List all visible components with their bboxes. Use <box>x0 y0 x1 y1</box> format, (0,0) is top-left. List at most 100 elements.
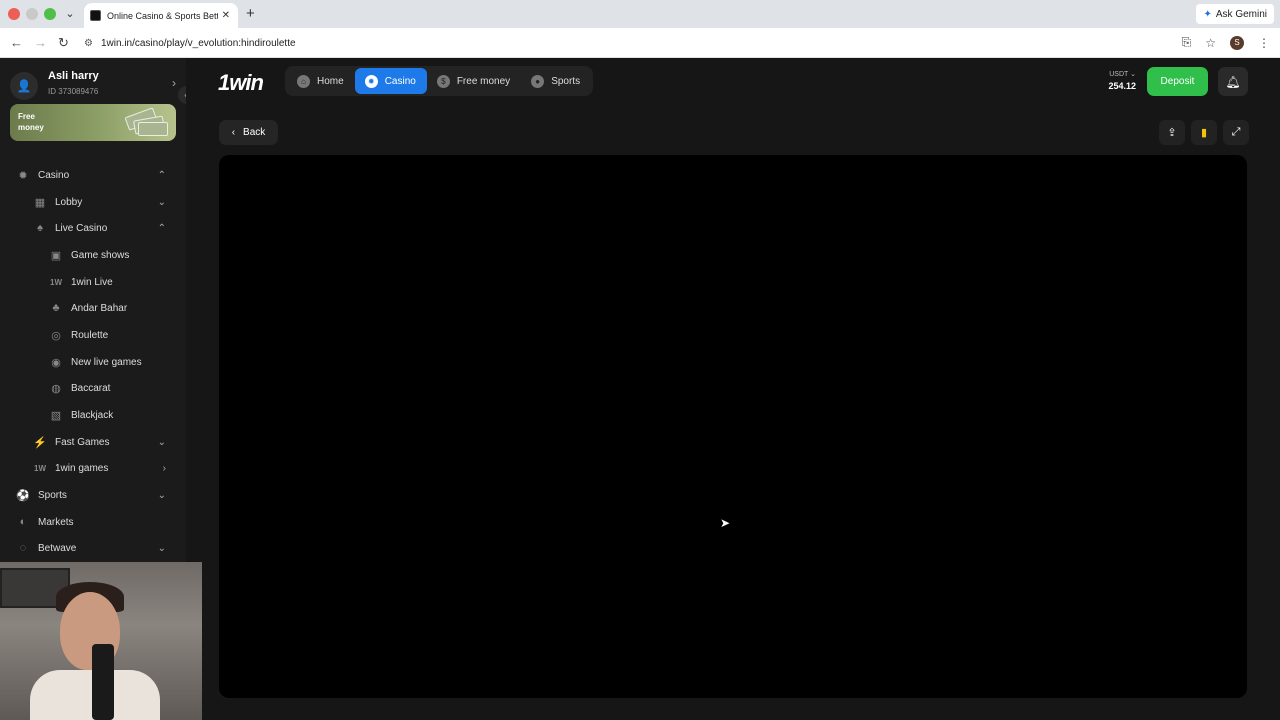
main-content: 1win ⌂ Home ✹ Casino $ Free money ● Spor… <box>186 58 1280 720</box>
nav-label: Free money <box>456 75 511 87</box>
share-icon[interactable]: ⇪ <box>1159 120 1185 145</box>
game-frame[interactable] <box>219 155 1247 698</box>
new-tab-icon[interactable]: + <box>246 5 255 22</box>
browser-menu-icon[interactable]: ⋮ <box>1258 36 1270 50</box>
bookmark-star-icon[interactable]: ☆ <box>1205 36 1216 50</box>
currency-label: USDT <box>1109 71 1129 78</box>
gemini-spark-icon: ✦ <box>1203 8 1212 20</box>
sidebar-item-label: Game shows <box>71 249 130 261</box>
sidebar-item-label: Markets <box>38 516 74 528</box>
profile-avatar[interactable]: S <box>1230 35 1244 50</box>
sidebar-item-betwave[interactable]: ◌ Betwave ⌄ <box>0 535 186 561</box>
browser-toolbar: ← → ↻ ⚙ 1win.in/casino/play/v_evolution:… <box>0 28 1280 58</box>
andar-bahar-icon: ♣ <box>52 302 60 314</box>
notification-bell-icon[interactable]: 🔔︎ <box>1218 67 1248 96</box>
window-maximize-button[interactable] <box>44 8 56 20</box>
sidebar-item-label: Sports <box>38 489 67 501</box>
sidebar-item-blackjack[interactable]: ▧ Blackjack <box>0 402 186 428</box>
fullscreen-icon[interactable]: ⤢ <box>1223 120 1249 145</box>
live-casino-icon: ♠ <box>37 222 43 234</box>
sidebar-item-baccarat[interactable]: ◍ Baccarat <box>0 375 186 401</box>
nav-label: Sports <box>551 75 581 87</box>
browser-tab[interactable]: Online Casino & Sports Betti ✕ <box>84 3 238 28</box>
sidebar-item-game-shows[interactable]: ▣ Game shows <box>0 242 186 268</box>
balance-amount: 254.12 <box>1108 81 1136 91</box>
sidebar-item-label: Fast Games <box>55 436 110 448</box>
user-profile[interactable]: 👤 Asli harry ID 373089476 › <box>10 70 180 100</box>
sidebar-item-roulette[interactable]: ◎ Roulette <box>0 322 186 348</box>
chevron-down-icon: ⌄ <box>157 489 166 501</box>
address-url: 1win.in/casino/play/v_evolution:hindirou… <box>100 37 296 49</box>
nav-casino[interactable]: ✹ Casino <box>354 68 427 94</box>
site-favicon-icon <box>90 10 101 21</box>
nav-free-money[interactable]: $ Free money <box>427 68 521 94</box>
bookmark-icon[interactable]: ▮ <box>1191 120 1217 145</box>
address-bar[interactable]: ⚙ 1win.in/casino/play/v_evolution:hindir… <box>84 32 1220 54</box>
top-navigation: ⌂ Home ✹ Casino $ Free money ● Sports <box>285 66 594 96</box>
home-icon: ⌂ <box>297 74 310 88</box>
chevron-right-icon: › <box>172 76 176 90</box>
sports-icon: ⚽ <box>16 489 30 502</box>
install-app-icon[interactable]: ⎘ <box>1182 35 1192 50</box>
sidebar-item-label: Live Casino <box>55 222 108 234</box>
sidebar-item-label: 1win games <box>55 462 109 474</box>
chevron-up-icon: ⌃ <box>157 169 166 181</box>
sidebar-item-new-live-games[interactable]: ◉ New live games <box>0 349 186 375</box>
back-button[interactable]: ‹ Back <box>219 120 278 145</box>
sports-icon: ● <box>531 74 545 88</box>
chevron-right-icon: › <box>162 462 166 474</box>
sidebar-item-lobby[interactable]: ▦ Lobby ⌄ <box>0 189 186 215</box>
money-stack-icon <box>122 107 170 138</box>
user-name: Asli harry <box>48 70 99 82</box>
window-minimize-button[interactable] <box>26 8 38 20</box>
new-live-games-icon: ◉ <box>51 356 61 369</box>
mouse-cursor-icon: ➤ <box>720 516 731 530</box>
back-arrow-icon[interactable]: ← <box>10 35 23 50</box>
tab-title: Online Casino & Sports Betti <box>107 10 218 21</box>
deposit-button[interactable]: Deposit <box>1147 67 1208 96</box>
window-close-button[interactable] <box>8 8 20 20</box>
sidebar-item-live-casino[interactable]: ♠ Live Casino ⌃ <box>0 215 186 241</box>
site-logo[interactable]: 1win <box>218 70 264 96</box>
chevron-down-icon: ⌄ <box>1130 71 1136 78</box>
betwave-icon: ◌ <box>19 542 27 554</box>
reload-icon[interactable]: ↻ <box>58 35 69 51</box>
currency-selector[interactable]: USDT ⌄ <box>1100 70 1136 78</box>
tab-search-icon[interactable]: ⌄ <box>62 6 78 22</box>
nav-sports[interactable]: ● Sports <box>521 68 591 94</box>
sidebar-item-andar-bahar[interactable]: ♣ Andar Bahar <box>0 295 186 321</box>
fast-games-icon: ⚡ <box>33 436 47 449</box>
chevron-up-icon: ⌃ <box>157 222 166 234</box>
sidebar-item-casino[interactable]: ✹ Casino ⌃ <box>0 162 186 188</box>
sidebar-item-label: Casino <box>38 169 70 181</box>
sidebar-item-sports[interactable]: ⚽ Sports ⌄ <box>0 482 186 508</box>
sidebar-item-fast-games[interactable]: ⚡ Fast Games ⌄ <box>0 429 186 455</box>
sidebar-item-label: Andar Bahar <box>71 302 128 314</box>
sidebar-item-1win-games[interactable]: 1W 1win games › <box>0 455 186 481</box>
tab-close-icon[interactable]: ✕ <box>222 10 230 21</box>
dollar-icon: $ <box>436 74 450 88</box>
ask-gemini-label: Ask Gemini <box>1215 8 1267 20</box>
sidebar-item-markets[interactable]: ◐ Markets <box>0 509 186 535</box>
browser-tab-strip: ⌄ Online Casino & Sports Betti ✕ + ✦ Ask… <box>0 0 1280 28</box>
markets-icon: ◐ <box>19 516 27 528</box>
chevron-down-icon: ⌄ <box>157 436 166 448</box>
chevron-down-icon: ⌄ <box>157 542 166 554</box>
1win-live-icon: 1W <box>50 277 62 287</box>
sidebar-item-1win-live[interactable]: 1W 1win Live <box>0 269 186 295</box>
forward-arrow-icon[interactable]: → <box>34 35 47 50</box>
lobby-icon: ▦ <box>34 196 46 209</box>
back-label: Back <box>243 127 266 138</box>
user-id: ID 373089476 <box>48 87 99 96</box>
site-info-icon[interactable]: ⚙ <box>84 38 93 49</box>
nav-label: Casino <box>384 75 416 87</box>
free-money-banner[interactable]: Free money <box>10 104 176 141</box>
nav-home[interactable]: ⌂ Home <box>287 68 355 94</box>
chevron-down-icon: ⌄ <box>157 196 166 208</box>
balance-display[interactable]: USDT ⌄ 254.12 <box>1100 70 1136 91</box>
ask-gemini-button[interactable]: ✦ Ask Gemini <box>1196 4 1274 24</box>
game-shows-icon: ▣ <box>50 249 62 262</box>
sidebar-item-label: Lobby <box>55 196 83 208</box>
user-avatar-icon: 👤 <box>10 72 38 100</box>
free-money-label: Free money <box>18 112 44 132</box>
